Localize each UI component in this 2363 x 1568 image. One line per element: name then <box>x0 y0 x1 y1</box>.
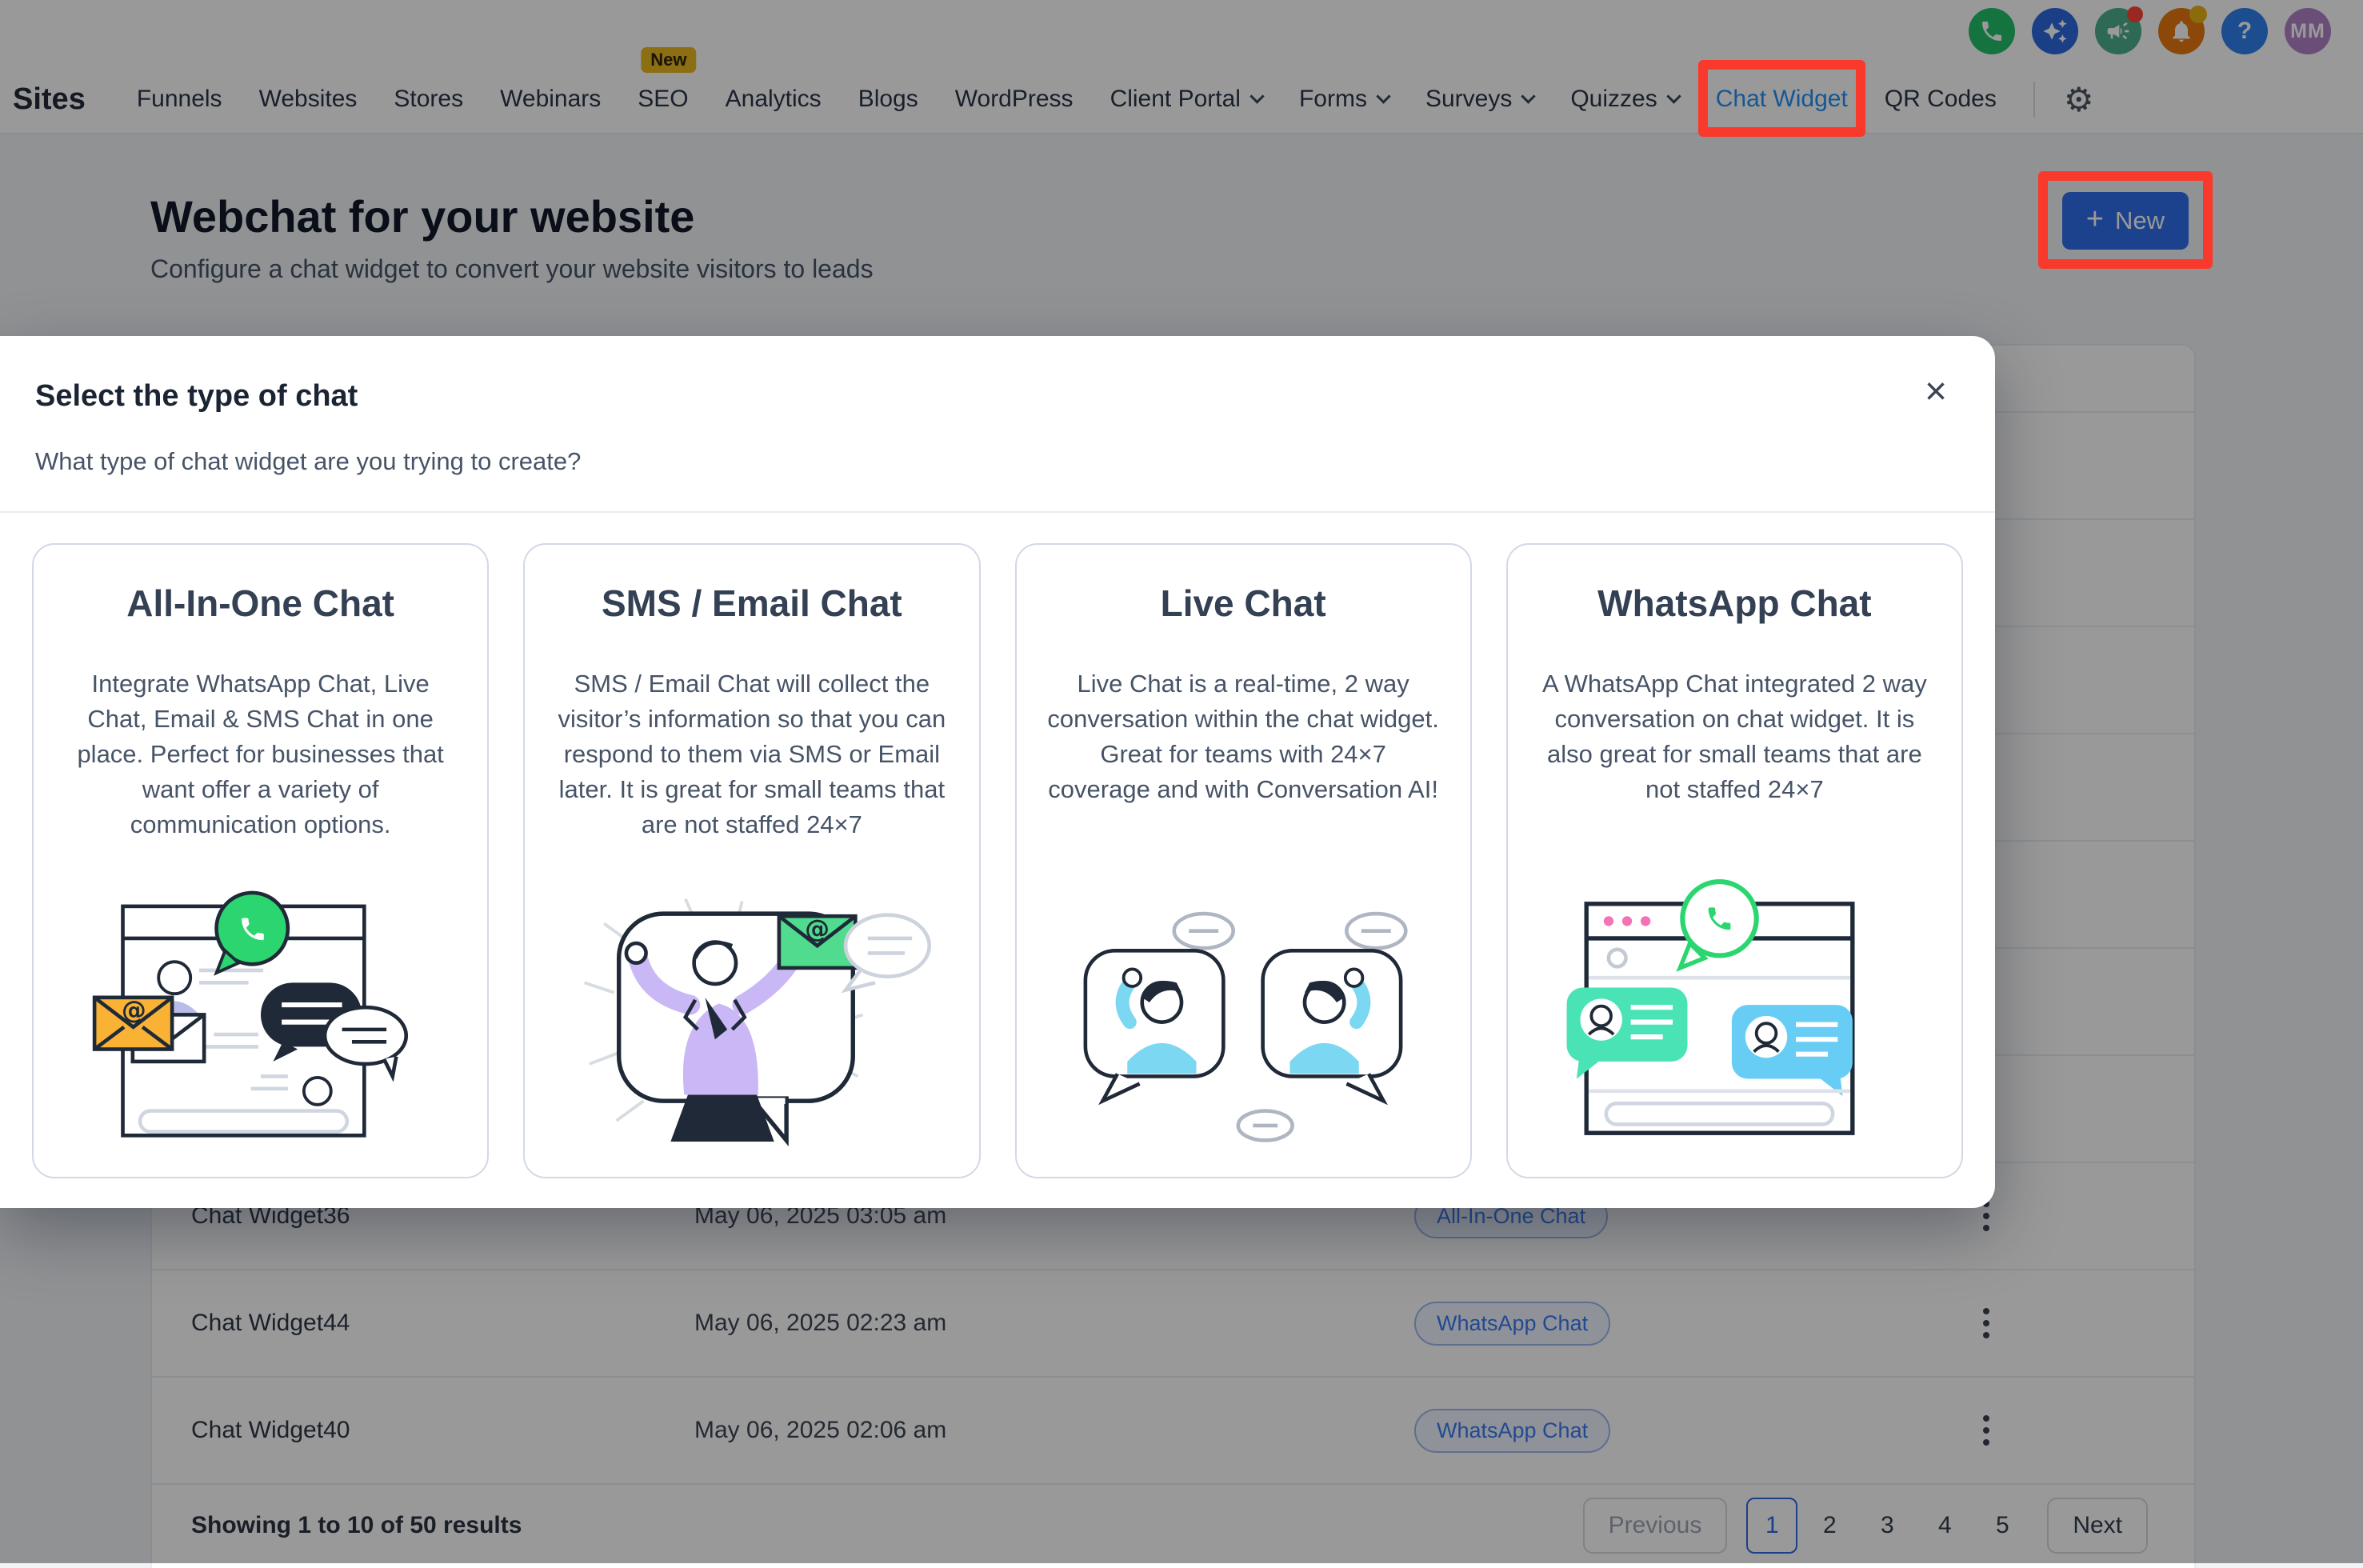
modal-question: What type of chat widget are you trying … <box>0 414 1995 476</box>
sms-email-chat-illustration: @ <box>525 879 978 1162</box>
live-chat-illustration <box>1017 879 1470 1162</box>
select-chat-type-modal: Select the type of chat × What type of c… <box>0 336 1995 1208</box>
modal-title: Select the type of chat <box>35 379 358 414</box>
card-sms-email-chat[interactable]: SMS / Email Chat SMS / Email Chat will c… <box>523 543 980 1178</box>
card-title: All-In-One Chat <box>64 582 457 625</box>
card-title: WhatsApp Chat <box>1538 582 1931 625</box>
whatsapp-chat-illustration <box>1508 879 1961 1162</box>
chat-type-cards: All-In-One Chat Integrate WhatsApp Chat,… <box>0 513 1995 1178</box>
card-all-in-one-chat[interactable]: All-In-One Chat Integrate WhatsApp Chat,… <box>32 543 489 1178</box>
card-description: Live Chat is a real-time, 2 way conversa… <box>1047 666 1440 807</box>
close-icon[interactable]: × <box>1925 378 1947 406</box>
all-in-one-chat-illustration: @ <box>34 879 487 1162</box>
card-live-chat[interactable]: Live Chat Live Chat is a real-time, 2 wa… <box>1015 543 1472 1178</box>
card-title: SMS / Email Chat <box>555 582 948 625</box>
card-description: A WhatsApp Chat integrated 2 way convers… <box>1538 666 1931 807</box>
svg-text:@: @ <box>805 914 830 943</box>
card-whatsapp-chat[interactable]: WhatsApp Chat A WhatsApp Chat integrated… <box>1506 543 1963 1178</box>
card-title: Live Chat <box>1047 582 1440 625</box>
card-description: Integrate WhatsApp Chat, Live Chat, Emai… <box>64 666 457 842</box>
card-description: SMS / Email Chat will collect the visito… <box>555 666 948 842</box>
svg-text:@: @ <box>122 996 146 1025</box>
